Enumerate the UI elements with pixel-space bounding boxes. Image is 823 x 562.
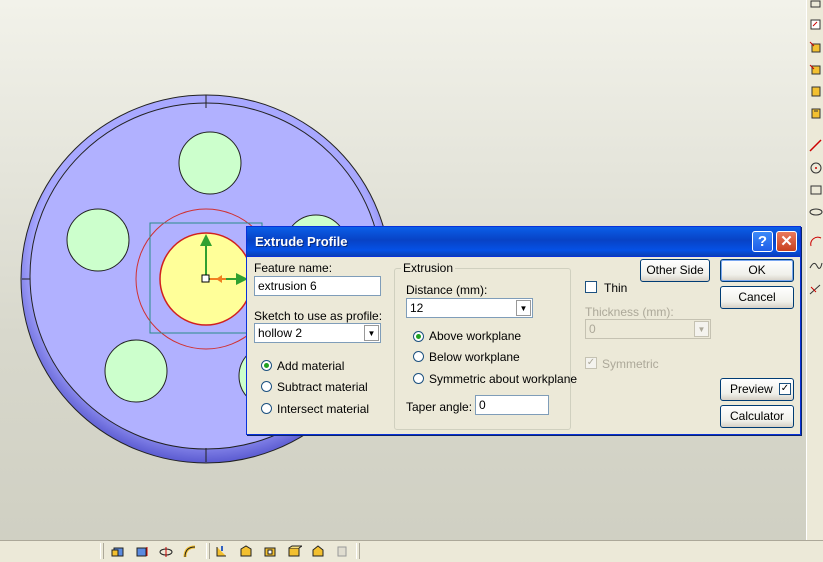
preview-label: Preview	[730, 382, 773, 396]
revolve-icon[interactable]	[158, 544, 174, 559]
chevron-down-icon[interactable]: ▼	[516, 300, 531, 316]
sweep-icon[interactable]	[808, 84, 823, 99]
extrude-icon[interactable]	[808, 40, 823, 55]
chamfer-icon[interactable]	[238, 544, 254, 559]
distance-select[interactable]: 12 ▼	[406, 298, 533, 318]
mirror-icon[interactable]	[334, 544, 350, 559]
ok-button[interactable]: OK	[720, 259, 794, 282]
ellipse-icon[interactable]	[808, 204, 823, 219]
taper-angle-input[interactable]: 0	[475, 395, 549, 415]
sweep-icon[interactable]	[182, 544, 198, 559]
symmetric-workplane-label: Symmetric about workplane	[429, 372, 578, 386]
symmetric-checkbox: ✓	[585, 357, 597, 369]
help-button[interactable]: ?	[752, 231, 773, 252]
arc-icon[interactable]	[808, 234, 823, 249]
thin-checkbox[interactable]	[585, 281, 597, 293]
circle-icon[interactable]	[808, 160, 823, 175]
thickness-select: 0 ▼	[585, 319, 711, 339]
close-button[interactable]: ✕	[776, 231, 797, 252]
other-side-button[interactable]: Other Side	[640, 259, 710, 282]
feature-name-label: Feature name:	[254, 261, 333, 275]
thickness-select-value: 0	[589, 322, 596, 336]
dialog-title: Extrude Profile	[255, 234, 348, 249]
rectangle-icon[interactable]	[808, 182, 823, 197]
above-workplane-label: Above workplane	[429, 329, 522, 343]
sketch-select-value: hollow 2	[258, 326, 303, 340]
revolve-icon[interactable]	[808, 62, 823, 77]
feature-name-input[interactable]: extrusion 6	[254, 276, 381, 296]
hole	[104, 339, 168, 403]
taper-angle-label: Taper angle:	[406, 400, 473, 414]
chevron-down-icon: ▼	[694, 321, 709, 337]
toolbar-grip[interactable]	[356, 543, 360, 559]
add-material-label: Add material	[277, 359, 345, 373]
symmetric-workplane-radio[interactable]	[413, 373, 424, 384]
thickness-label: Thickness (mm):	[585, 305, 674, 319]
origin-marker	[201, 274, 210, 283]
shell-icon[interactable]	[262, 544, 278, 559]
below-workplane-label: Below workplane	[429, 350, 520, 364]
chevron-down-icon[interactable]: ▼	[364, 325, 379, 341]
sketch-tool-icon[interactable]	[808, 0, 823, 15]
line-icon[interactable]	[808, 138, 823, 153]
toolbar-grip[interactable]	[100, 543, 104, 559]
symmetric-label: Symmetric	[602, 357, 659, 371]
sketch-select[interactable]: hollow 2 ▼	[254, 323, 381, 343]
workplane-icon[interactable]	[808, 17, 823, 32]
spline-icon[interactable]	[808, 258, 823, 273]
pattern-icon[interactable]	[310, 544, 326, 559]
extrude-profile-dialog: Extrude Profile ? ✕ Feature name: extrus…	[246, 226, 801, 435]
below-workplane-radio[interactable]	[413, 351, 424, 362]
loft-icon[interactable]	[808, 106, 823, 121]
extrusion-group-label: Extrusion	[401, 261, 456, 275]
hole	[66, 208, 130, 272]
intersect-material-radio[interactable]	[261, 403, 272, 414]
dimension-icon[interactable]	[808, 282, 823, 297]
cut-icon[interactable]	[134, 544, 150, 559]
calculator-button[interactable]: Calculator	[720, 405, 794, 428]
preview-checkbox[interactable]: ✓	[779, 383, 791, 395]
draft-icon[interactable]	[286, 544, 302, 559]
distance-select-value: 12	[410, 301, 424, 315]
above-workplane-radio[interactable]	[413, 331, 424, 342]
bottom-toolbar	[0, 540, 823, 562]
subtract-material-label: Subtract material	[277, 380, 368, 394]
extrude-icon[interactable]	[110, 544, 126, 559]
hole	[178, 131, 242, 195]
fillet-icon[interactable]	[214, 544, 230, 559]
dialog-titlebar[interactable]: Extrude Profile ? ✕	[247, 227, 800, 257]
thin-label: Thin	[604, 281, 628, 295]
right-toolbar	[806, 0, 823, 540]
cancel-button[interactable]: Cancel	[720, 286, 794, 309]
distance-label: Distance (mm):	[406, 283, 488, 297]
subtract-material-radio[interactable]	[261, 381, 272, 392]
sketch-label: Sketch to use as profile:	[254, 309, 383, 323]
preview-button[interactable]: Preview ✓	[720, 378, 794, 401]
intersect-material-label: Intersect material	[277, 402, 370, 416]
add-material-radio[interactable]	[261, 360, 272, 371]
toolbar-grip[interactable]	[206, 543, 210, 559]
